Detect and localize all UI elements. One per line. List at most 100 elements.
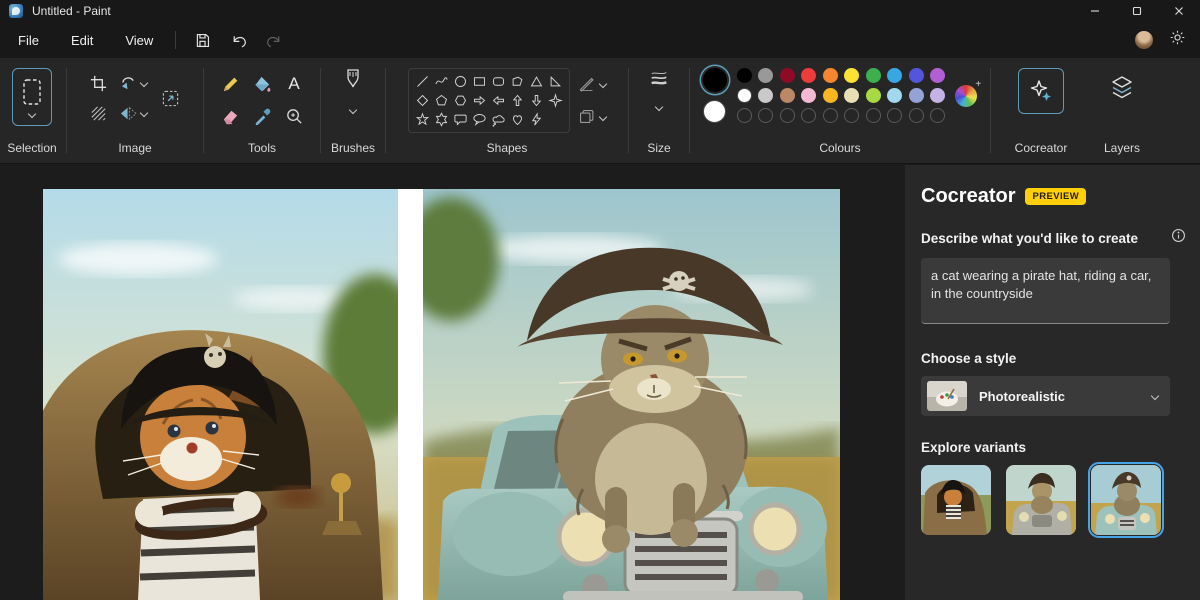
redo-button[interactable] xyxy=(259,27,289,53)
save-button[interactable] xyxy=(187,27,217,53)
shape-triangle-icon[interactable] xyxy=(527,72,546,91)
colour-swatch[interactable] xyxy=(887,88,902,103)
colour-swatch[interactable] xyxy=(866,88,881,103)
shape-right-triangle-icon[interactable] xyxy=(546,72,565,91)
shape-curve-icon[interactable] xyxy=(432,72,451,91)
pencil-button[interactable] xyxy=(214,68,246,100)
eyedropper-button[interactable] xyxy=(246,100,278,132)
colour-swatch[interactable] xyxy=(887,68,902,83)
undo-button[interactable] xyxy=(223,27,253,53)
empty-colour-slot[interactable] xyxy=(780,108,795,123)
resize-button[interactable] xyxy=(153,81,187,115)
canvas-gap[interactable] xyxy=(398,189,423,600)
edit-colours-button[interactable] xyxy=(955,85,977,107)
chevron-down-icon[interactable] xyxy=(655,103,663,111)
colour-swatch[interactable] xyxy=(801,88,816,103)
colour-swatch[interactable] xyxy=(844,68,859,83)
shape-heart-icon[interactable] xyxy=(508,110,527,129)
maximize-button[interactable] xyxy=(1116,0,1158,22)
size-button[interactable] xyxy=(648,68,670,95)
empty-colour-slot[interactable] xyxy=(909,108,924,123)
empty-colour-slot[interactable] xyxy=(737,108,752,123)
colour-swatch[interactable] xyxy=(758,88,773,103)
shape-rectangle-icon[interactable] xyxy=(470,72,489,91)
shape-pentagon-icon[interactable] xyxy=(432,91,451,110)
shape-rounded-rectangle-icon[interactable] xyxy=(489,72,508,91)
shape-star-4-icon[interactable] xyxy=(546,91,565,110)
shape-polygon-icon[interactable] xyxy=(508,72,527,91)
style-dropdown[interactable]: Photorealistic xyxy=(921,376,1170,416)
prompt-input[interactable] xyxy=(921,258,1170,324)
colour-swatch[interactable] xyxy=(866,68,881,83)
empty-colour-slot[interactable] xyxy=(887,108,902,123)
colour-swatch[interactable] xyxy=(758,68,773,83)
colour-swatch[interactable] xyxy=(780,68,795,83)
colour-swatch[interactable] xyxy=(930,68,945,83)
variant-thumbnail[interactable] xyxy=(921,465,991,535)
canvas-image-left[interactable] xyxy=(43,189,398,600)
eraser-button[interactable] xyxy=(214,100,246,132)
colour-swatch[interactable] xyxy=(823,88,838,103)
shapes-group: Shapes xyxy=(388,58,626,163)
brushes-button[interactable] xyxy=(342,68,364,99)
canvas-image-right[interactable] xyxy=(423,189,840,600)
shape-star-6-icon[interactable] xyxy=(432,110,451,129)
skew-button[interactable] xyxy=(83,98,113,128)
layers-button[interactable] xyxy=(1108,68,1136,107)
menu-file[interactable]: File xyxy=(4,27,53,54)
colour-swatch[interactable] xyxy=(737,88,752,103)
colour-swatch[interactable] xyxy=(909,68,924,83)
colour-swatch[interactable] xyxy=(930,88,945,103)
fill-button[interactable] xyxy=(246,68,278,100)
colour-2-selector[interactable] xyxy=(703,100,726,123)
chevron-down-icon[interactable] xyxy=(349,106,357,114)
menu-edit[interactable]: Edit xyxy=(57,27,107,54)
shape-hexagon-icon[interactable] xyxy=(451,91,470,110)
shape-ellipse-icon[interactable] xyxy=(451,72,470,91)
empty-colour-slot[interactable] xyxy=(801,108,816,123)
flip-button[interactable] xyxy=(113,98,143,128)
shape-lightning-icon[interactable] xyxy=(527,110,546,129)
shape-arrow-left-icon[interactable] xyxy=(489,91,508,110)
colour-1-selector[interactable] xyxy=(703,68,727,92)
close-button[interactable] xyxy=(1158,0,1200,22)
shape-star-5-icon[interactable] xyxy=(413,110,432,129)
shape-arrow-down-icon[interactable] xyxy=(527,91,546,110)
shape-line-icon[interactable] xyxy=(413,72,432,91)
colour-swatch[interactable] xyxy=(801,68,816,83)
cocreator-button[interactable] xyxy=(1018,68,1064,114)
shape-thought-bubble-icon[interactable] xyxy=(489,110,508,129)
shape-outline-button[interactable] xyxy=(578,76,606,93)
shape-arrow-up-icon[interactable] xyxy=(508,91,527,110)
variant-thumbnail[interactable] xyxy=(1006,465,1076,535)
drawing-canvas[interactable] xyxy=(43,189,840,600)
settings-button[interactable] xyxy=(1169,29,1186,51)
empty-colour-slot[interactable] xyxy=(930,108,945,123)
shape-diamond-icon[interactable] xyxy=(413,91,432,110)
colour-swatch[interactable] xyxy=(823,68,838,83)
empty-colour-slot[interactable] xyxy=(823,108,838,123)
colour-swatch[interactable] xyxy=(780,88,795,103)
shape-arrow-right-icon[interactable] xyxy=(470,91,489,110)
empty-colour-slot[interactable] xyxy=(758,108,773,123)
empty-colour-slot[interactable] xyxy=(844,108,859,123)
layers-icon xyxy=(1108,74,1136,102)
selection-tool-button[interactable] xyxy=(12,68,52,126)
colour-swatch[interactable] xyxy=(844,88,859,103)
variant-thumbnail[interactable] xyxy=(1091,465,1161,535)
chevron-down-icon xyxy=(599,80,607,88)
account-avatar[interactable] xyxy=(1135,31,1153,49)
shape-speech-bubble-icon[interactable] xyxy=(451,110,470,129)
text-tool-button[interactable]: A xyxy=(278,68,310,100)
magnifier-button[interactable] xyxy=(278,100,310,132)
empty-colour-slot[interactable] xyxy=(866,108,881,123)
menu-view[interactable]: View xyxy=(111,27,167,54)
shape-oval-callout-icon[interactable] xyxy=(470,110,489,129)
minimize-button[interactable] xyxy=(1074,0,1116,22)
shape-fill-button[interactable] xyxy=(578,108,606,125)
colour-swatch[interactable] xyxy=(737,68,752,83)
rotate-button[interactable] xyxy=(113,68,143,98)
colour-swatch[interactable] xyxy=(909,88,924,103)
crop-button[interactable] xyxy=(83,68,113,98)
info-icon[interactable] xyxy=(1171,228,1186,248)
